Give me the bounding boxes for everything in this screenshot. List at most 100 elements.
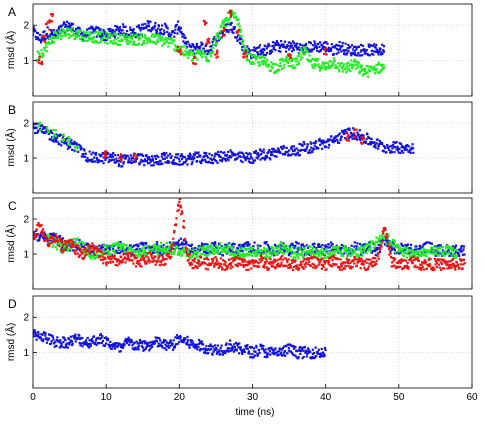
data-point	[341, 252, 344, 255]
data-point	[43, 49, 46, 52]
data-point	[310, 146, 313, 149]
data-point	[138, 262, 141, 265]
data-point	[281, 254, 284, 257]
data-point	[130, 338, 133, 341]
data-point	[76, 244, 79, 247]
data-point	[372, 50, 376, 53]
data-point	[182, 226, 186, 229]
data-point	[142, 154, 145, 158]
data-point	[201, 48, 204, 52]
data-point	[139, 29, 142, 32]
data-point	[275, 259, 278, 262]
data-point	[366, 133, 369, 136]
data-point	[170, 255, 173, 258]
data-point	[375, 43, 378, 47]
data-point	[179, 163, 182, 166]
data-point	[341, 41, 344, 45]
data-point	[359, 267, 362, 270]
data-point	[86, 249, 89, 252]
data-point	[295, 60, 298, 63]
data-point	[79, 37, 82, 41]
data-point	[101, 33, 104, 36]
data-point	[230, 252, 234, 255]
data-point	[89, 246, 92, 250]
data-point	[362, 134, 365, 137]
data-point	[455, 261, 458, 264]
data-point	[407, 248, 410, 252]
data-point	[131, 259, 134, 262]
data-point	[226, 153, 229, 157]
data-point	[71, 30, 74, 33]
data-point	[84, 152, 87, 155]
data-point	[323, 252, 327, 256]
data-point	[308, 149, 311, 152]
data-point	[58, 245, 61, 248]
data-point	[450, 254, 453, 258]
data-point	[271, 44, 274, 48]
data-point	[296, 57, 299, 61]
data-point	[321, 253, 324, 256]
data-point	[257, 46, 261, 49]
data-point	[398, 147, 401, 151]
data-point	[393, 240, 397, 243]
data-point	[279, 248, 282, 252]
data-point	[444, 250, 447, 253]
data-point	[179, 26, 182, 30]
data-point	[60, 144, 63, 147]
data-point	[431, 246, 434, 249]
data-point	[99, 254, 102, 258]
data-point	[419, 250, 422, 253]
data-point	[399, 142, 403, 145]
data-point	[77, 241, 80, 244]
data-point	[302, 267, 305, 270]
data-point	[97, 41, 101, 44]
data-point	[375, 236, 378, 239]
data-point	[402, 254, 405, 258]
data-point	[90, 249, 93, 252]
data-point	[114, 347, 117, 350]
data-point	[226, 242, 229, 245]
data-point	[332, 57, 336, 60]
data-point	[292, 48, 295, 51]
data-point	[112, 151, 115, 155]
data-point	[299, 43, 302, 46]
data-point	[380, 240, 384, 243]
data-point	[347, 253, 350, 256]
data-point	[360, 257, 363, 260]
data-point	[382, 150, 386, 153]
data-point	[145, 160, 149, 163]
data-point	[312, 266, 315, 269]
data-point	[207, 59, 211, 62]
data-point	[141, 254, 144, 257]
data-point	[318, 69, 322, 72]
data-point	[258, 44, 262, 47]
data-point	[254, 252, 257, 255]
data-point	[47, 129, 50, 132]
data-point	[177, 204, 180, 207]
data-point	[46, 50, 49, 53]
data-point	[281, 258, 284, 261]
data-point	[390, 248, 394, 251]
data-point	[345, 139, 349, 142]
y-axis-label: rmsd (Å)	[4, 128, 17, 166]
data-point	[59, 248, 63, 252]
data-point	[103, 34, 106, 37]
data-point	[204, 158, 207, 161]
data-point	[116, 36, 120, 39]
data-point	[447, 252, 450, 255]
data-point	[50, 241, 53, 244]
data-point	[166, 30, 169, 34]
data-point	[358, 260, 362, 263]
data-point	[157, 27, 160, 30]
data-point	[182, 219, 185, 223]
data-point	[92, 335, 96, 338]
data-point	[329, 60, 332, 63]
data-point	[170, 155, 173, 158]
data-point	[405, 256, 409, 259]
data-point	[141, 346, 145, 349]
data-point	[44, 37, 47, 40]
data-point	[75, 29, 78, 33]
data-point	[107, 160, 110, 164]
data-point	[208, 152, 211, 155]
data-point	[257, 152, 260, 155]
